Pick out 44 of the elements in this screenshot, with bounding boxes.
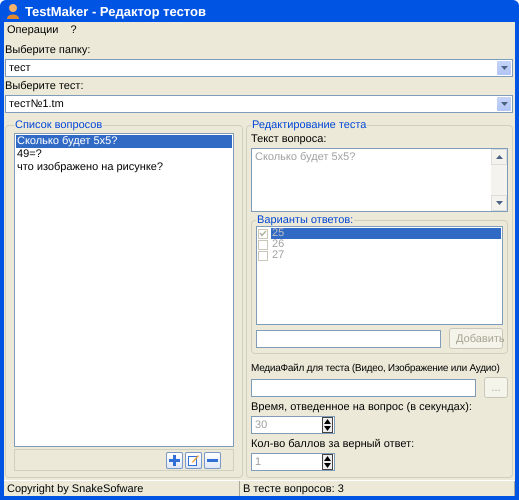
pencil-icon	[188, 454, 199, 466]
number-field[interactable]: 30	[251, 416, 335, 434]
answer-item[interactable]: 27	[271, 250, 501, 261]
answers-list[interactable]: 25 26 27	[256, 226, 503, 325]
list-item[interactable]: что изображено на рисунке?	[16, 161, 232, 174]
remove-button[interactable]	[204, 452, 221, 468]
test-dropdown[interactable]: тест№1.tm	[5, 95, 513, 113]
window-title: TestMaker - Редактор тестов	[25, 4, 206, 18]
group-title: Варианты ответов:	[256, 214, 354, 226]
status-text: Copyright by SnakeSofware	[4, 481, 240, 496]
answer-item[interactable]: 26	[271, 239, 501, 250]
list-item[interactable]: 49=?	[16, 148, 232, 161]
minus-icon	[207, 458, 218, 462]
plus-icon	[169, 454, 180, 466]
field-label: Выберите тест:	[5, 80, 85, 93]
checkbox[interactable]	[258, 250, 268, 260]
menu-item[interactable]: ?	[70, 24, 77, 36]
media-file-input[interactable]	[251, 378, 476, 396]
field-label: МедиаФайл для теста (Видео, Изображение или Аудио)	[251, 362, 501, 375]
add-answer-button[interactable]: Добавить	[449, 328, 503, 349]
field-label: Время, отведенное на вопрос (в секундах):	[251, 401, 473, 414]
question-text-area[interactable]: Сколько будет 5х5?	[251, 148, 508, 212]
scrollbar-icon	[491, 149, 507, 211]
field-label: Кол-во баллов за верный ответ:	[251, 438, 416, 451]
number-field[interactable]: 1	[251, 453, 335, 471]
status-text: В тесте вопросов: 3	[240, 481, 515, 496]
checkbox[interactable]	[258, 228, 268, 238]
user-icon	[6, 3, 20, 19]
checkbox[interactable]	[258, 240, 268, 250]
folder-dropdown[interactable]: тест	[5, 59, 513, 77]
list-item[interactable]: Сколько будет 5х5?	[16, 135, 232, 148]
spin-buttons-icon	[322, 454, 333, 470]
answer-input[interactable]	[256, 330, 441, 348]
group-title: Редактирование теста	[251, 119, 368, 131]
browse-button[interactable]: ...	[484, 377, 508, 398]
edit-button[interactable]	[185, 452, 202, 468]
spin-buttons-icon	[322, 417, 333, 433]
answer-item[interactable]: 25	[271, 228, 501, 239]
field-label: Выберите папку:	[5, 44, 92, 57]
field-label: Текст вопроса:	[251, 133, 328, 146]
add-button[interactable]	[166, 452, 183, 468]
menu-item[interactable]: Операции	[7, 24, 58, 36]
group-title: Список вопросов	[14, 119, 104, 131]
questions-list[interactable]: Сколько будет 5х5? 49=? что изображено на рисунке?	[14, 133, 234, 447]
